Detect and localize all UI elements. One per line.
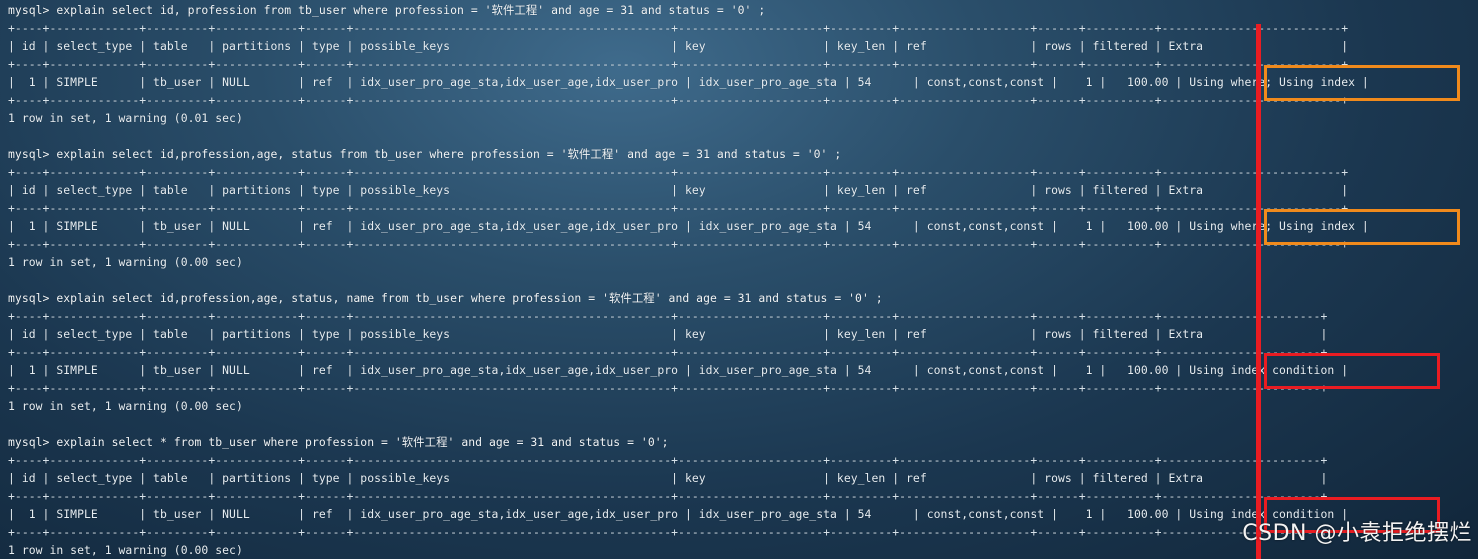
- result-summary-3: 1 row in set, 1 warning (0.00 sec): [8, 399, 243, 413]
- table-border-4b: +----+-------------+---------+----------…: [8, 489, 1328, 503]
- table-border-1b: +----+-------------+---------+----------…: [8, 57, 1349, 71]
- table-header-3: | id | select_type | table | partitions …: [8, 327, 1328, 341]
- table-border-4a: +----+-------------+---------+----------…: [8, 453, 1328, 467]
- command-line-1: mysql> explain select id, profession fro…: [8, 3, 766, 17]
- table-row-4: | 1 | SIMPLE | tb_user | NULL | ref | id…: [8, 507, 1349, 521]
- table-border-1a: +----+-------------+---------+----------…: [8, 21, 1349, 35]
- table-border-1c: +----+-------------+---------+----------…: [8, 93, 1349, 107]
- command-line-2: mysql> explain select id,profession,age,…: [8, 147, 842, 161]
- watermark-text: CSDN @小袁拒绝摆烂: [1242, 521, 1472, 546]
- command-line-4: mysql> explain select * from tb_user whe…: [8, 435, 669, 449]
- table-header-4: | id | select_type | table | partitions …: [8, 471, 1328, 485]
- table-border-4c: +----+-------------+---------+----------…: [8, 525, 1328, 539]
- table-row-2: | 1 | SIMPLE | tb_user | NULL | ref | id…: [8, 219, 1369, 233]
- table-border-2a: +----+-------------+---------+----------…: [8, 165, 1349, 179]
- command-line-3: mysql> explain select id,profession,age,…: [8, 291, 883, 305]
- table-header-2: | id | select_type | table | partitions …: [8, 183, 1349, 197]
- result-summary-4: 1 row in set, 1 warning (0.00 sec): [8, 543, 243, 557]
- table-border-3a: +----+-------------+---------+----------…: [8, 309, 1328, 323]
- table-border-3c: +----+-------------+---------+----------…: [8, 381, 1328, 395]
- table-header-1: | id | select_type | table | partitions …: [8, 39, 1349, 53]
- table-row-1: | 1 | SIMPLE | tb_user | NULL | ref | id…: [8, 75, 1369, 89]
- result-summary-2: 1 row in set, 1 warning (0.00 sec): [8, 255, 243, 269]
- table-row-3: | 1 | SIMPLE | tb_user | NULL | ref | id…: [8, 363, 1349, 377]
- result-summary-1: 1 row in set, 1 warning (0.01 sec): [8, 111, 243, 125]
- table-border-2c: +----+-------------+---------+----------…: [8, 237, 1349, 251]
- table-border-3b: +----+-------------+---------+----------…: [8, 345, 1328, 359]
- red-marker-bar: [1256, 24, 1261, 559]
- table-border-2b: +----+-------------+---------+----------…: [8, 201, 1349, 215]
